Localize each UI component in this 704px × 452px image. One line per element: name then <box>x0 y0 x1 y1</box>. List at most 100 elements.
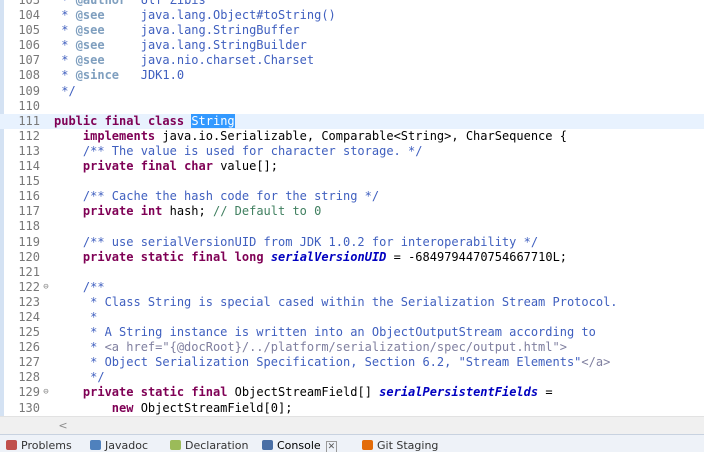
line-number: 105 <box>18 23 40 38</box>
line-number: 116 <box>18 189 40 204</box>
code-line[interactable]: 119 /** use serialVersionUID from JDK 1.… <box>0 235 704 250</box>
code-text: * A String instance is written into an O… <box>54 325 596 340</box>
line-number: 107 <box>18 53 40 68</box>
code-line[interactable]: 122 ⊖ /** <box>0 280 704 295</box>
line-number: 119 <box>18 234 40 249</box>
code-token: /** The value is used for character stor… <box>54 143 423 158</box>
line-number: 127 <box>18 355 40 370</box>
code-line[interactable]: 130 new ObjectStreamField[0]; <box>0 401 704 416</box>
close-icon[interactable]: ✕ <box>325 441 338 452</box>
code-text: /** The value is used for character stor… <box>54 143 423 159</box>
tab-problems[interactable]: Problems <box>6 439 72 452</box>
line-number: 124 <box>18 309 40 324</box>
code-line[interactable]: 127 * Object Serialization Specification… <box>0 355 704 370</box>
code-line[interactable]: 105 * @see java.lang.StringBuffer <box>0 23 704 38</box>
code-token: final <box>191 249 228 264</box>
code-token: implements <box>82 128 156 143</box>
code-line[interactable]: 113 /** The value is used for character … <box>0 144 704 159</box>
code-line[interactable]: 124 * <box>0 310 704 325</box>
selected-token: String <box>191 113 235 128</box>
code-text: /** Cache the hash code for the string *… <box>54 189 379 204</box>
code-line[interactable]: 107 * @see java.nio.charset.Charset <box>0 53 704 68</box>
code-token: final <box>191 385 228 400</box>
code-token: long <box>234 249 264 264</box>
code-line[interactable]: 115 <box>0 174 704 189</box>
line-number: 130 <box>18 400 40 415</box>
code-token: * <box>54 68 76 83</box>
line-number: 110 <box>18 98 40 113</box>
code-line[interactable]: 104 * @see java.lang.Object#toString() <box>0 8 704 23</box>
code-token: private <box>82 204 134 219</box>
code-lines: 103 * @author Ulf Zibis 104 * @see java.l… <box>0 0 704 416</box>
line-number: 109 <box>18 83 40 98</box>
code-line[interactable]: 111 public final class String <box>0 113 704 129</box>
code-token: /** <box>54 279 105 294</box>
scroll-left-arrow-icon[interactable]: < <box>56 418 70 433</box>
code-token: java.nio.charset.Charset <box>104 53 315 68</box>
fold-toggle-icon[interactable]: ⊖ <box>41 385 51 400</box>
code-line[interactable]: 120 private static final long serialVers… <box>0 250 704 265</box>
line-number: 117 <box>18 204 40 219</box>
line-number: 108 <box>18 68 40 83</box>
code-token: char <box>184 159 213 174</box>
code-line[interactable]: 118 <box>0 219 704 234</box>
git-staging-icon <box>362 440 373 450</box>
tab-javadoc[interactable]: Javadoc <box>90 439 148 452</box>
code-line[interactable]: 121 <box>0 265 704 280</box>
code-token: @see <box>75 23 105 38</box>
problems-icon <box>6 440 17 450</box>
code-text: */ <box>54 370 104 385</box>
code-line[interactable]: 129 ⊖ private static final ObjectStreamFi… <box>0 385 704 400</box>
code-token: // Default to 0 <box>212 204 322 219</box>
code-line[interactable]: 112 implements java.io.Serializable, Com… <box>0 129 704 144</box>
tab-git-staging[interactable]: Git Staging <box>362 439 438 452</box>
code-line[interactable]: 108 * @since JDK1.0 <box>0 68 704 83</box>
code-line[interactable]: 128 */ <box>0 370 704 385</box>
code-token: serialVersionUID <box>270 249 387 264</box>
line-number: 120 <box>18 249 40 264</box>
code-token: </a> <box>581 355 611 370</box>
javadoc-icon <box>90 440 101 450</box>
code-text: * @see java.lang.StringBuilder <box>54 38 307 53</box>
code-token: Ulf Zibis <box>126 0 206 7</box>
code-token: * <box>54 8 76 23</box>
bottom-panel-tabs: Problems Javadoc Declaration Console ✕ Git St… <box>0 434 704 452</box>
line-number: 111 <box>18 113 40 128</box>
code-line[interactable]: 106 * @see java.lang.StringBuilder <box>0 38 704 53</box>
code-token: * <box>54 340 105 355</box>
horizontal-scrollbar[interactable]: < <box>0 416 704 434</box>
line-number: 112 <box>18 128 40 143</box>
code-token: <a href="{@docRoot}/../platform/serializ… <box>104 340 567 355</box>
code-line[interactable]: 125 * A String instance is written into … <box>0 325 704 340</box>
code-line[interactable]: 109 */ <box>0 84 704 99</box>
line-number: 114 <box>18 159 40 174</box>
tab-declaration[interactable]: Declaration <box>170 439 248 452</box>
code-line[interactable]: 117 private int hash; // Default to 0 <box>0 204 704 219</box>
code-token: * <box>54 0 76 7</box>
code-text: * @since JDK1.0 <box>54 68 184 83</box>
code-token: java.lang.Object#toString() <box>104 8 336 23</box>
line-number: 121 <box>18 264 40 279</box>
code-token: java.lang.StringBuilder <box>104 38 307 53</box>
fold-toggle-icon[interactable]: ⊖ <box>41 280 51 295</box>
code-line[interactable]: 110 <box>0 99 704 114</box>
code-line[interactable]: 123 * Class String is special cased with… <box>0 295 704 310</box>
line-number: 103 <box>18 0 40 7</box>
code-line[interactable]: 114 private final char value[]; <box>0 159 704 174</box>
tab-label: Git Staging <box>377 439 439 452</box>
code-token: JDK1.0 <box>119 68 185 83</box>
code-editor[interactable]: 103 * @author Ulf Zibis 104 * @see java.l… <box>0 0 704 416</box>
code-line[interactable]: 126 * <a href="{@docRoot}/../platform/se… <box>0 340 704 355</box>
line-number: 122 <box>18 279 40 294</box>
tab-console[interactable]: Console ✕ <box>262 439 338 452</box>
line-number: 115 <box>18 174 40 189</box>
code-line[interactable]: 103 * @author Ulf Zibis <box>0 0 704 8</box>
code-token: serialPersistentFields <box>379 385 539 400</box>
code-line[interactable]: 116 /** Cache the hash code for the stri… <box>0 189 704 204</box>
code-token: @see <box>75 53 105 68</box>
